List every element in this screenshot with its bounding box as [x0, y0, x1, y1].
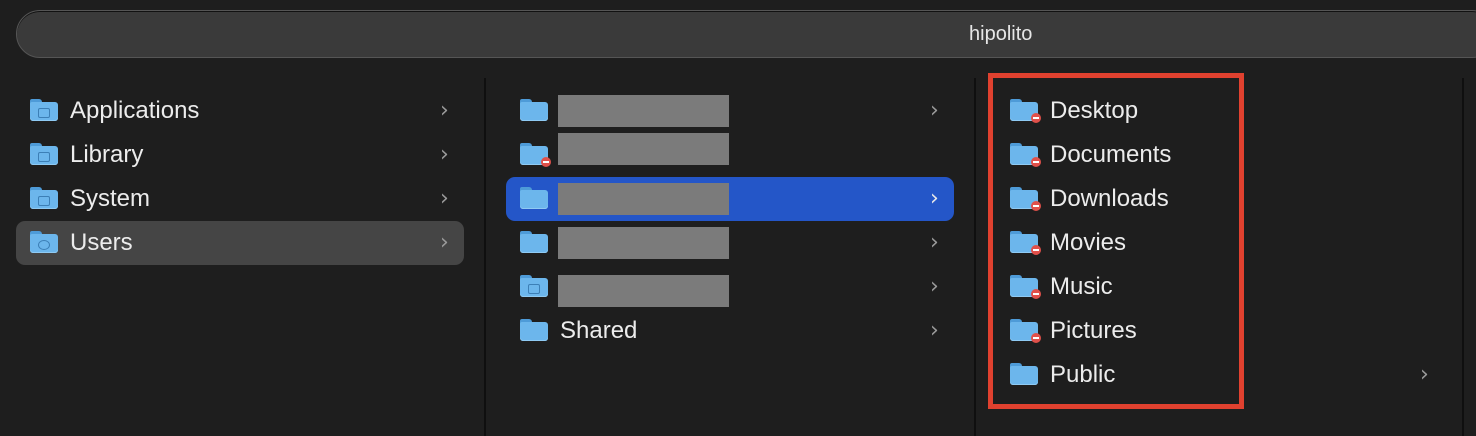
list-item-selected[interactable]: ›: [506, 177, 954, 221]
item-label: System: [70, 185, 151, 212]
list-item-library[interactable]: Library ›: [16, 133, 464, 177]
home-folder-icon: [520, 275, 548, 297]
chevron-right-icon: ›: [930, 186, 939, 211]
chevron-right-icon: ›: [440, 142, 449, 167]
folder-users-icon: [30, 231, 58, 253]
list-item-users[interactable]: Users ›: [16, 221, 464, 265]
redacted-label: [558, 95, 729, 127]
item-label: Shared: [560, 317, 638, 344]
column-divider[interactable]: [484, 78, 486, 436]
chevron-right-icon: ›: [930, 274, 939, 299]
list-item[interactable]: ›: [506, 265, 954, 309]
list-item-applications[interactable]: Applications ›: [16, 89, 464, 133]
folder-restricted-icon: [520, 143, 551, 167]
redacted-label: [558, 133, 729, 165]
redacted-label: [558, 227, 729, 259]
column-divider[interactable]: [974, 78, 976, 436]
chevron-right-icon: ›: [440, 98, 449, 123]
chevron-right-icon: ›: [440, 186, 449, 211]
redacted-label: [558, 183, 729, 215]
folder-icon: [520, 187, 548, 209]
folder-icon: [520, 99, 548, 121]
redacted-label: [558, 275, 729, 307]
list-item[interactable]: ›: [506, 89, 954, 133]
column-divider[interactable]: [1462, 78, 1464, 436]
item-label: Applications: [70, 97, 200, 124]
folder-system-icon: [30, 187, 58, 209]
chevron-right-icon: ›: [1420, 362, 1429, 387]
path-bar[interactable]: hipolito: [16, 10, 1476, 58]
list-item[interactable]: [506, 133, 954, 177]
folder-icon: [520, 231, 548, 253]
chevron-right-icon: ›: [930, 98, 939, 123]
list-item[interactable]: ›: [506, 221, 954, 265]
item-label: Library: [70, 141, 144, 168]
chevron-right-icon: ›: [440, 230, 449, 255]
list-item-system[interactable]: System ›: [16, 177, 464, 221]
item-label: Users: [70, 229, 133, 256]
path-bar-title: hipolito: [969, 23, 1033, 45]
folder-icon: [520, 319, 548, 341]
chevron-right-icon: ›: [930, 230, 939, 255]
list-item-shared[interactable]: Shared ›: [506, 309, 954, 353]
folder-applications-icon: [30, 99, 58, 121]
annotation-highlight-box: [988, 73, 1244, 409]
chevron-right-icon: ›: [930, 318, 939, 343]
folder-library-icon: [30, 143, 58, 165]
